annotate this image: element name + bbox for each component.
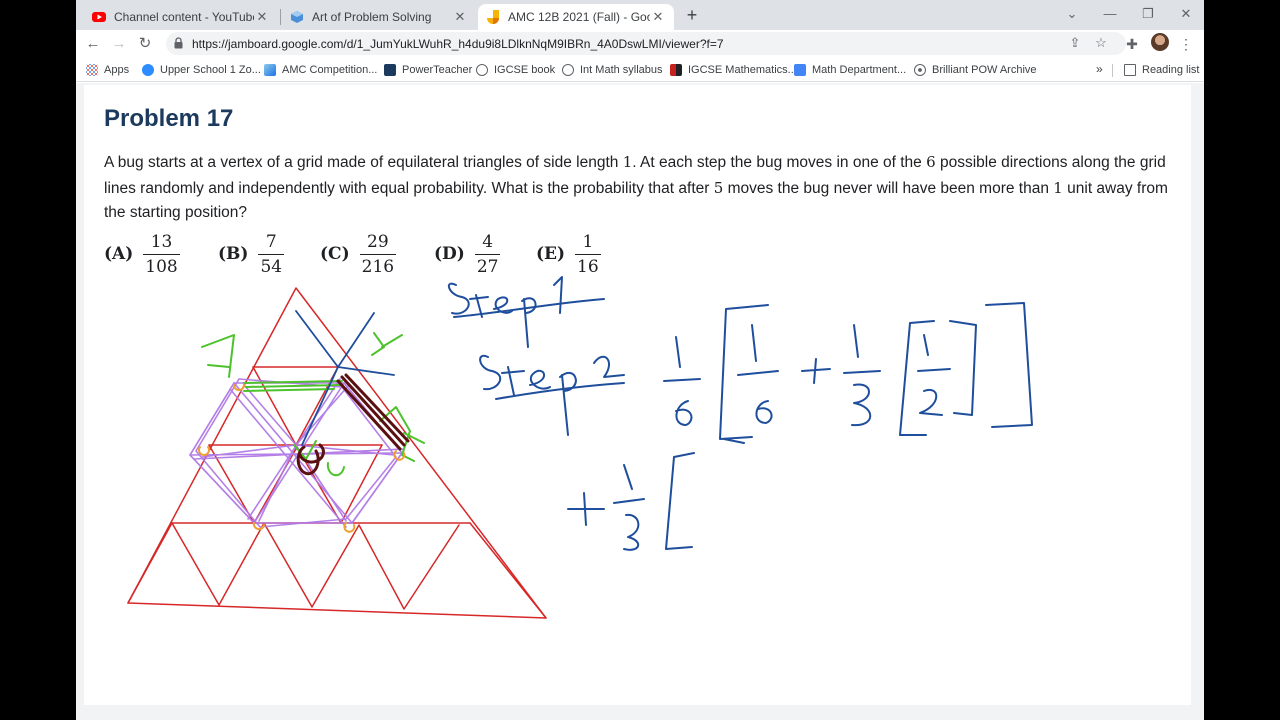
bookmark-label: PowerTeacher bbox=[402, 64, 473, 76]
bookmark-igcse-book[interactable]: IGCSE book bbox=[476, 62, 555, 78]
tab-close-icon[interactable]: ✕ bbox=[452, 9, 468, 25]
bookmark-label: AMC Competition... bbox=[282, 64, 378, 76]
lock-icon bbox=[174, 37, 183, 49]
bookmark-label: Brilliant POW Archive bbox=[932, 64, 1037, 76]
bookmark-label: IGCSE Mathematics... bbox=[688, 64, 797, 76]
sis-icon bbox=[384, 64, 396, 76]
bookmarks-overflow-chevron-icon[interactable]: » bbox=[1096, 62, 1103, 76]
reading-list-button[interactable]: Reading list bbox=[1124, 62, 1199, 78]
profile-avatar[interactable] bbox=[1151, 33, 1169, 51]
reading-list-label: Reading list bbox=[1142, 64, 1200, 76]
tab-close-icon[interactable]: ✕ bbox=[650, 9, 666, 25]
extensions-puzzle-icon[interactable]: ✚ bbox=[1122, 34, 1142, 54]
bookmark-label: IGCSE book bbox=[494, 64, 556, 76]
bookmark-label: Apps bbox=[104, 64, 130, 76]
restore-icon[interactable]: ❐ bbox=[1136, 4, 1160, 24]
reload-icon[interactable]: ↻ bbox=[134, 33, 156, 55]
reading-list-icon bbox=[1124, 64, 1136, 76]
tab-aops[interactable]: Art of Problem Solving ✕ bbox=[282, 4, 476, 30]
brilliant-icon bbox=[914, 64, 926, 76]
page-viewport: Problem 17 A bug starts at a vertex of a… bbox=[76, 83, 1204, 720]
toolbar: ← → ↻ https://jamboard.google.com/d/1_Ju… bbox=[76, 30, 1204, 57]
aops-icon bbox=[290, 10, 304, 24]
url-text: https://jamboard.google.com/d/1_JumYukLW… bbox=[192, 37, 724, 51]
docs-icon bbox=[794, 64, 806, 76]
globe-icon bbox=[562, 64, 574, 76]
bookmark-igcse-mathematics[interactable]: IGCSE Mathematics... bbox=[670, 62, 797, 78]
bookmark-label: Upper School 1 Zo... bbox=[160, 64, 261, 76]
bookmark-math-department[interactable]: Math Department... bbox=[794, 62, 906, 78]
bookmarks-bar: Apps Upper School 1 Zo... AMC Competitio… bbox=[76, 57, 1204, 82]
globe-icon bbox=[476, 64, 488, 76]
tab-jamboard[interactable]: AMC 12B 2021 (Fall) - Google Jamboard ✕ bbox=[478, 4, 674, 30]
handwritten-equation bbox=[567, 302, 1033, 551]
apps-grid-icon bbox=[86, 64, 98, 76]
browser-window: Channel content - YouTube Studio ✕ Art o… bbox=[76, 0, 1204, 720]
zoom-icon bbox=[142, 64, 154, 76]
book-icon bbox=[670, 64, 682, 76]
amc-cube-icon bbox=[264, 64, 276, 76]
new-tab-button[interactable]: + bbox=[682, 5, 702, 25]
minimize-icon[interactable]: — bbox=[1098, 4, 1122, 24]
bookmarks-divider bbox=[1112, 64, 1113, 77]
bookmark-star-icon[interactable]: ☆ bbox=[1092, 34, 1110, 52]
menu-kebab-icon[interactable]: ⋮ bbox=[1176, 34, 1196, 54]
back-arrow-icon[interactable]: ← bbox=[82, 33, 104, 55]
bookmark-label: Int Math syllabus bbox=[580, 64, 663, 76]
share-icon[interactable]: ⇪ bbox=[1066, 34, 1084, 52]
tab-search-chevron-icon[interactable]: ⌄ bbox=[1060, 4, 1084, 24]
close-window-icon[interactable]: ✕ bbox=[1174, 4, 1198, 24]
bookmark-label: Math Department... bbox=[812, 64, 907, 76]
bookmark-amc-competition[interactable]: AMC Competition... bbox=[264, 62, 377, 78]
address-bar[interactable]: https://jamboard.google.com/d/1_JumYukLW… bbox=[166, 32, 1126, 55]
tab-title: AMC 12B 2021 (Fall) - Google Jamboard bbox=[508, 10, 650, 24]
tab-title: Channel content - YouTube Studio bbox=[114, 10, 254, 24]
youtube-icon bbox=[92, 10, 106, 24]
forward-arrow-icon[interactable]: → bbox=[108, 33, 130, 55]
bookmark-int-math-syllabus[interactable]: Int Math syllabus bbox=[562, 62, 663, 78]
bookmark-upper-school-zoom[interactable]: Upper School 1 Zo... bbox=[142, 62, 261, 78]
tab-title: Art of Problem Solving bbox=[312, 10, 432, 24]
tab-youtube-studio[interactable]: Channel content - YouTube Studio ✕ bbox=[84, 4, 278, 30]
bookmark-powerteacher[interactable]: PowerTeacher bbox=[384, 62, 472, 78]
tab-separator bbox=[280, 9, 281, 25]
bookmark-brilliant-pow[interactable]: Brilliant POW Archive bbox=[914, 62, 1037, 78]
tab-strip: Channel content - YouTube Studio ✕ Art o… bbox=[76, 0, 1204, 30]
jamboard-icon bbox=[486, 10, 500, 24]
handwritten-ink-layer bbox=[127, 276, 1033, 619]
jamboard-canvas[interactable]: Problem 17 A bug starts at a vertex of a… bbox=[84, 85, 1191, 705]
handwritten-step-notes bbox=[447, 276, 625, 436]
bookmark-apps[interactable]: Apps bbox=[86, 62, 129, 78]
tab-close-icon[interactable]: ✕ bbox=[254, 9, 270, 25]
